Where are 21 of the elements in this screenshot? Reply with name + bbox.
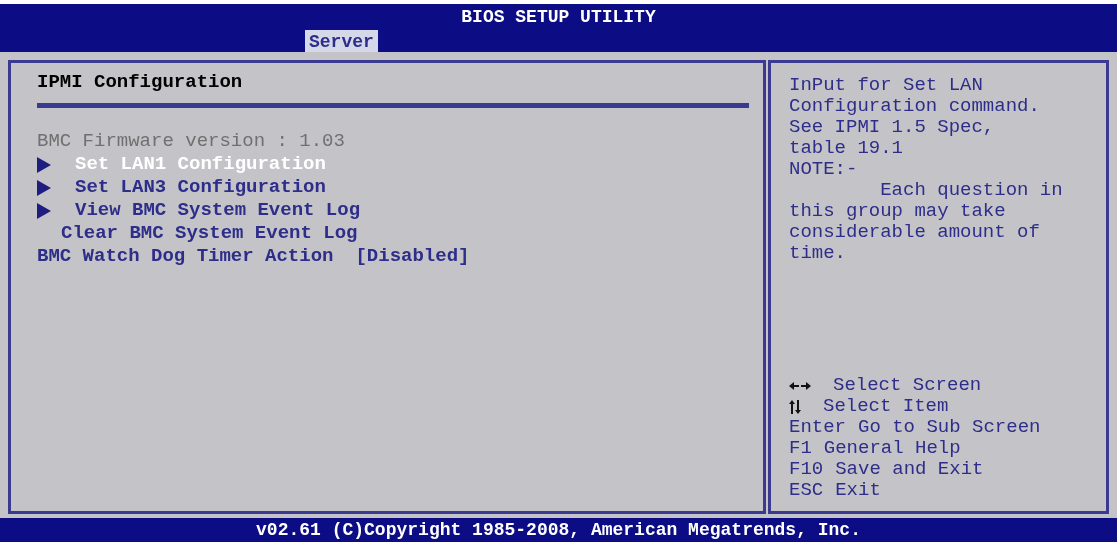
left-right-arrows-icon bbox=[789, 380, 811, 391]
key-action: Select Item bbox=[823, 396, 949, 417]
submenu-arrow-icon bbox=[37, 202, 51, 219]
key-action: Select Screen bbox=[833, 375, 982, 396]
submenu-arrow-icon bbox=[37, 179, 51, 196]
key-action: General Help bbox=[823, 438, 961, 459]
option-value[interactable]: [Disabled] bbox=[355, 242, 470, 271]
status-bar: v02.61 (C)Copyright 1985-2008, American Megatrends, Inc. bbox=[0, 518, 1117, 542]
tab[interactable]: Server bbox=[305, 30, 378, 54]
panel-title: IPMI Configuration bbox=[37, 70, 244, 95]
window-title: BIOS SETUP UTILITY bbox=[461, 6, 656, 28]
submenu-arrow-icon bbox=[37, 156, 51, 173]
key-name: Enter bbox=[789, 417, 846, 438]
key-action: Save and Exit bbox=[835, 459, 984, 480]
help-text: InPut for Set LAN Configuration command. See IPMI 1.5 Spec, table 19.1 NOTE:- Each question in this group may take considerable amount of time. bbox=[789, 75, 1064, 264]
key-name: F10 bbox=[789, 459, 824, 480]
key-action: Go to Sub Screen bbox=[858, 417, 1041, 438]
key-name: ESC bbox=[789, 480, 824, 501]
up-down-arrows-icon bbox=[789, 399, 801, 414]
key-name: F1 bbox=[789, 438, 812, 459]
key-action: Exit bbox=[835, 480, 881, 501]
